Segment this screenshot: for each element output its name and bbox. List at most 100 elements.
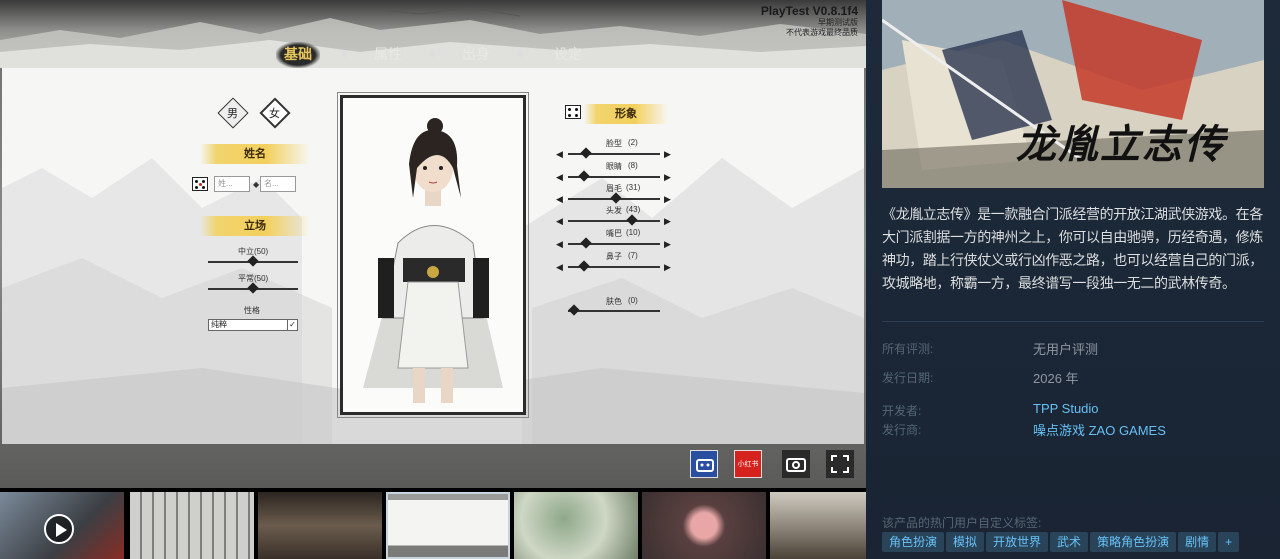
hair-increase-arrow-icon[interactable]: ▶ — [664, 216, 671, 226]
random-name-dice-icon[interactable] — [192, 177, 208, 191]
thumbnail-screenshot-2[interactable] — [258, 492, 382, 559]
publisher-link[interactable]: 噪点游戏 ZAO GAMES — [1033, 420, 1166, 439]
surname-placeholder: 姓... — [218, 179, 233, 188]
eyes-increase-arrow-icon[interactable]: ▶ — [664, 172, 671, 182]
skin-label: 肤色 — [606, 297, 622, 306]
nose-value: (7) — [628, 251, 638, 260]
given-name-input[interactable]: 名... — [260, 176, 296, 192]
personality-select[interactable]: 纯粹 ✓ — [208, 319, 298, 331]
chevron-down-icon: ✓ — [287, 320, 297, 330]
hair-decrease-arrow-icon[interactable]: ◀ — [556, 216, 563, 226]
reviews-label: 所有评测: — [882, 342, 934, 356]
nose-slider[interactable] — [568, 260, 660, 272]
tag-simulation[interactable]: 模拟 — [946, 532, 985, 552]
creation-panel: 男 女 姓名 姓... ◆ 名... 立场 中立(50) 平常(50) 性格 纯… — [2, 68, 864, 444]
face-decrease-arrow-icon[interactable]: ◀ — [556, 149, 563, 159]
tag-rpg[interactable]: 角色扮演 — [882, 532, 945, 552]
tags-label: 该产品的热门用户自定义标签: — [882, 516, 1042, 530]
nose-increase-arrow-icon[interactable]: ▶ — [664, 262, 671, 272]
tab-separator — [428, 50, 437, 59]
camera-icon[interactable] — [782, 450, 810, 478]
mouth-label: 嘴巴 — [606, 229, 622, 238]
add-tag-button[interactable]: + — [1218, 532, 1240, 552]
personality-label: 性格 — [244, 306, 260, 315]
name-section-header: 姓名 — [200, 144, 310, 164]
nose-label: 鼻子 — [606, 252, 622, 261]
play-icon[interactable] — [44, 514, 74, 544]
male-label: 男 — [227, 107, 238, 120]
tag-strategy-rpg[interactable]: 策略角色扮演 — [1090, 532, 1177, 552]
hair-value: (43) — [626, 205, 641, 214]
hair-label: 头发 — [606, 206, 622, 215]
mouth-increase-arrow-icon[interactable]: ▶ — [664, 239, 671, 249]
random-appearance-dice-icon[interactable] — [565, 105, 581, 119]
eyes-label: 眼睛 — [606, 162, 622, 171]
brows-decrease-arrow-icon[interactable]: ◀ — [556, 194, 563, 204]
store-info-column: 龙胤立志传 《龙胤立志传》是一款融合门派经营的开放江湖武侠游戏。在各大门派割据一… — [866, 0, 1280, 559]
character-figure — [363, 118, 503, 403]
creation-tabs: 基础 属性 出身 设定 — [270, 42, 610, 68]
main-screenshot: PlayTest V0.8.1f4 早期测试版 不代表游戏最终品质 基础 属性 … — [0, 0, 866, 488]
bilibili-icon[interactable] — [690, 450, 718, 478]
given-name-placeholder: 名... — [264, 179, 279, 188]
release-date-label: 发行日期: — [882, 371, 934, 385]
reviews-value: 无用户评测 — [1033, 342, 1099, 357]
skin-slider[interactable] — [568, 304, 660, 316]
divider — [882, 321, 1264, 322]
media-thumbnail-strip — [0, 488, 866, 559]
thumbnail-screenshot-6[interactable] — [770, 492, 866, 559]
build-info: PlayTest V0.8.1f4 早期测试版 不代表游戏最终品质 — [761, 4, 858, 38]
stance-section-title: 立场 — [244, 219, 266, 232]
nose-decrease-arrow-icon[interactable]: ◀ — [556, 262, 563, 272]
stance-slider-2[interactable] — [208, 282, 298, 294]
thumbnail-screenshot-5[interactable] — [642, 492, 766, 559]
face-slider[interactable] — [568, 147, 660, 159]
female-label: 女 — [269, 107, 280, 120]
stance-slider-1[interactable] — [208, 255, 298, 267]
xiaohongshu-badge: 小红书 — [737, 461, 759, 468]
build-version: PlayTest V0.8.1f4 — [760, 4, 858, 18]
name-separator: ◆ — [253, 180, 260, 189]
thumbnail-screenshot-4[interactable] — [514, 492, 638, 559]
appearance-section-header: 形象 — [584, 104, 668, 124]
tab-settings[interactable]: 设定 — [546, 42, 590, 68]
developer-link[interactable]: TPP Studio — [1033, 401, 1099, 416]
tab-origin[interactable]: 出身 — [454, 42, 498, 68]
thumbnail-screenshot-1[interactable] — [130, 492, 254, 559]
user-tags: 角色扮演 模拟 开放世界 武术 策略角色扮演 剧情 + — [882, 532, 1241, 552]
stance-section-header: 立场 — [200, 216, 310, 236]
build-note-1: 早期测试版 — [818, 18, 858, 27]
thumbnail-screenshot-3-selected[interactable] — [386, 492, 510, 559]
surname-input[interactable]: 姓... — [214, 176, 250, 192]
face-increase-arrow-icon[interactable]: ▶ — [664, 149, 671, 159]
xiaohongshu-icon[interactable]: 小红书 — [734, 450, 762, 478]
eyes-decrease-arrow-icon[interactable]: ◀ — [556, 172, 563, 182]
tag-open-world[interactable]: 开放世界 — [986, 532, 1049, 552]
mouth-value: (10) — [626, 228, 641, 237]
skin-value: (0) — [628, 296, 638, 305]
capsule-art: 龙胤立志传 — [882, 0, 1264, 188]
tab-attributes[interactable]: 属性 — [366, 42, 410, 68]
mouth-slider[interactable] — [568, 237, 660, 249]
eyes-slider[interactable] — [568, 170, 660, 182]
developer-label: 开发者: — [882, 404, 922, 418]
thumbnail-video[interactable] — [0, 492, 124, 559]
tab-basic[interactable]: 基础 — [276, 42, 320, 68]
brows-slider[interactable] — [568, 192, 660, 204]
fullscreen-icon[interactable] — [826, 450, 854, 478]
tab-separator — [516, 50, 525, 59]
build-note-2: 不代表游戏最终品质 — [786, 28, 858, 37]
tag-martial-arts[interactable]: 武术 — [1050, 532, 1089, 552]
mouth-decrease-arrow-icon[interactable]: ◀ — [556, 239, 563, 249]
game-description: 《龙胤立志传》是一款融合门派经营的开放江湖武侠游戏。在各大门派割据一方的神州之上… — [882, 207, 1263, 292]
character-portrait — [337, 92, 529, 418]
name-section-title: 姓名 — [244, 147, 266, 160]
tab-separator — [340, 50, 349, 59]
appearance-section-title: 形象 — [615, 107, 637, 120]
capsule-game-logo: 龙胤立志传 — [1016, 121, 1226, 168]
tag-story-rich[interactable]: 剧情 — [1178, 532, 1217, 552]
brows-value: (31) — [626, 183, 641, 192]
personality-value: 纯粹 — [211, 320, 227, 329]
hair-slider[interactable] — [568, 214, 660, 226]
brows-increase-arrow-icon[interactable]: ▶ — [664, 194, 671, 204]
